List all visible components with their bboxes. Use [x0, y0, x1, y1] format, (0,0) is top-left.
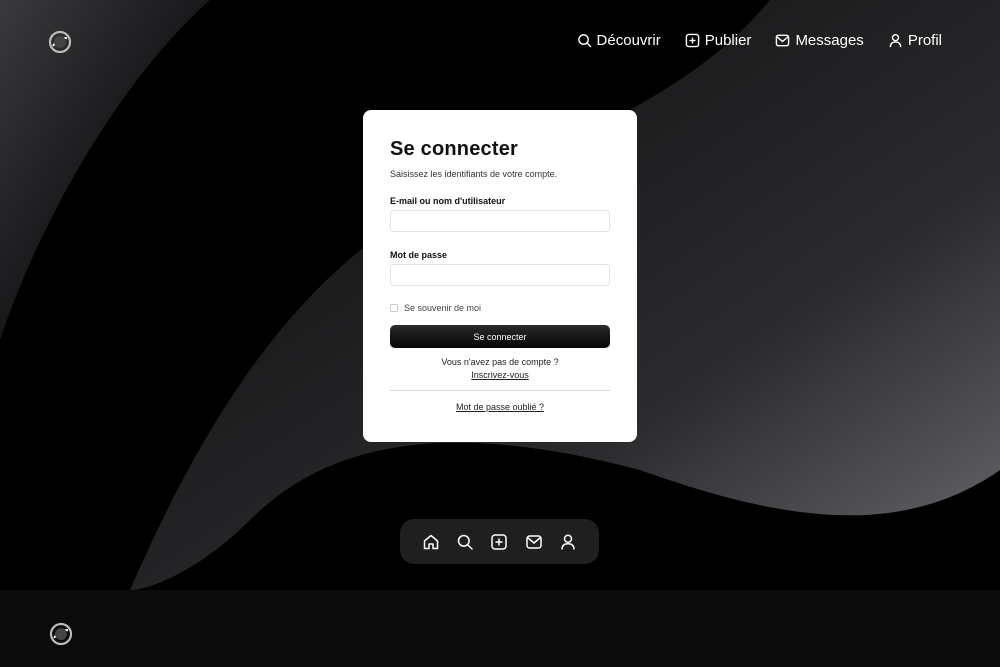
- mail-icon[interactable]: [525, 533, 543, 551]
- login-card: Se connecter Saisissez les identifiants …: [363, 110, 637, 442]
- password-field[interactable]: [390, 264, 610, 286]
- swirl-logo-icon[interactable]: [48, 30, 72, 54]
- remember-label: Se souvenir de moi: [404, 303, 482, 313]
- nav-label: Découvrir: [596, 32, 661, 49]
- user-icon: [888, 33, 903, 48]
- remember-me[interactable]: Se souvenir de moi: [390, 303, 610, 313]
- nav-profil[interactable]: Profil: [888, 32, 942, 49]
- divider: [390, 390, 610, 391]
- footer: [0, 590, 1000, 667]
- forgot-password-link[interactable]: Mot de passe oublié ?: [390, 402, 610, 412]
- footer-swirl-logo-icon[interactable]: [49, 622, 73, 646]
- password-label: Mot de passe: [390, 250, 448, 260]
- login-title: Se connecter: [390, 138, 519, 160]
- no-account-text: Vous n'avez pas de compte ?: [441, 357, 559, 367]
- plus-square-icon: [685, 33, 700, 48]
- login-submit-button[interactable]: Se connecter: [390, 325, 610, 348]
- search-icon: [577, 33, 592, 48]
- nav-publier[interactable]: Publier: [685, 32, 752, 49]
- top-navigation: Découvrir Publier Messages Profil: [577, 32, 942, 49]
- bottom-dock: [400, 519, 599, 564]
- mail-icon: [775, 33, 790, 48]
- signup-link[interactable]: Inscrivez-vous: [390, 370, 610, 380]
- nav-label: Messages: [795, 32, 864, 49]
- remember-checkbox[interactable]: [390, 304, 398, 312]
- search-icon[interactable]: [456, 533, 474, 551]
- user-icon[interactable]: [559, 533, 577, 551]
- nav-label: Profil: [907, 32, 942, 49]
- nav-decouvrir[interactable]: Découvrir: [577, 32, 661, 49]
- nav-label: Publier: [704, 32, 752, 49]
- home-icon[interactable]: [422, 533, 440, 551]
- login-subtitle: Saisissez les identifiants de votre comp…: [390, 169, 558, 179]
- nav-messages[interactable]: Messages: [775, 32, 864, 49]
- username-field[interactable]: [390, 210, 610, 232]
- plus-square-icon[interactable]: [490, 533, 508, 551]
- username-label: E-mail ou nom d'utilisateur: [390, 196, 506, 206]
